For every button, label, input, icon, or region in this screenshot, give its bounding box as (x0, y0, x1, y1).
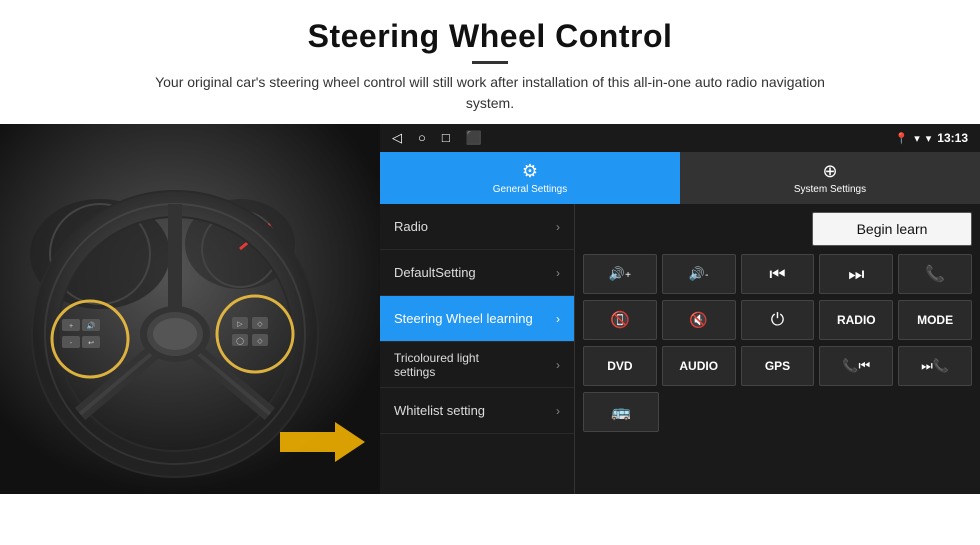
menu-list: Radio › DefaultSetting › Steering Wheel … (380, 204, 575, 494)
status-bar-left: ◁ ○ □ ⬛ (392, 130, 482, 146)
menu-label-steering: Steering Wheel learning (394, 311, 533, 326)
phone-next-button[interactable]: ⏭📞 (898, 346, 972, 386)
menu-item-whitelist[interactable]: Whitelist setting › (380, 388, 574, 434)
page-container: Steering Wheel Control Your original car… (0, 0, 980, 494)
wifi-icon: ▾ (914, 132, 920, 145)
phone-prev-icon: 📞⏮ (842, 358, 870, 374)
radio-button[interactable]: RADIO (819, 300, 893, 340)
phone-prev-button[interactable]: 📞⏮ (819, 346, 893, 386)
menu-label-radio: Radio (394, 219, 428, 234)
header-subtitle: Your original car's steering wheel contr… (140, 72, 840, 114)
dvd-label: DVD (607, 359, 632, 373)
vol-up-button[interactable]: 🔊+ (583, 254, 657, 294)
mode-label: MODE (917, 313, 953, 327)
chevron-right-icon: › (556, 404, 560, 418)
mute-button[interactable]: 🔇 (662, 300, 736, 340)
menu-label-tricoloured: Tricoloured lightsettings (394, 351, 479, 379)
prev-icon: ⏮ (769, 264, 785, 285)
vol-up-icon: 🔊+ (609, 266, 631, 282)
phone-icon: 📞 (925, 264, 945, 284)
back-icon[interactable]: ◁ (392, 130, 402, 146)
control-row-4: 🚌 (583, 392, 972, 432)
radio-label: RADIO (837, 313, 876, 327)
gps-label: GPS (765, 359, 790, 373)
svg-text:▷: ▷ (237, 321, 243, 328)
main-content: + 🔊 - ↩ ▷ ◇ ◯ ◇ (0, 124, 980, 494)
gps-button[interactable]: GPS (741, 346, 815, 386)
power-button[interactable]: ⏻ (741, 300, 815, 340)
tab-general-label: General Settings (493, 184, 568, 195)
begin-learn-button[interactable]: Begin learn (812, 212, 972, 246)
prev-button[interactable]: ⏮ (741, 254, 815, 294)
menu-item-defaultsetting[interactable]: DefaultSetting › (380, 250, 574, 296)
location-icon: 📍 (895, 132, 909, 145)
gear-icon: ⚙ (522, 161, 538, 182)
screenshot-icon[interactable]: ⬛ (466, 130, 482, 146)
mode-button[interactable]: MODE (898, 300, 972, 340)
header-divider (472, 61, 508, 64)
clock: 13:13 (937, 131, 968, 145)
menu-item-tricoloured[interactable]: Tricoloured lightsettings › (380, 342, 574, 388)
menu-item-radio[interactable]: Radio › (380, 204, 574, 250)
chevron-right-icon: › (556, 358, 560, 372)
status-bar-right: 📍 ▾ ▾ 13:13 (895, 131, 968, 145)
steering-wheel-panel: + 🔊 - ↩ ▷ ◇ ◯ ◇ (0, 124, 380, 494)
hangup-button[interactable]: 📵 (583, 300, 657, 340)
android-panel: ◁ ○ □ ⬛ 📍 ▾ ▾ 13:13 ⚙ General Settings (380, 124, 980, 494)
phone-next-icon: ⏭📞 (921, 358, 949, 374)
power-icon: ⏻ (771, 310, 784, 330)
svg-text:+: + (69, 323, 73, 330)
menu-label-whitelist: Whitelist setting (394, 403, 485, 418)
control-row-2: 📵 🔇 ⏻ RADIO MODE (583, 300, 972, 340)
settings-content: Radio › DefaultSetting › Steering Wheel … (380, 204, 980, 494)
tab-system-settings[interactable]: ⊕ System Settings (680, 152, 980, 204)
tab-general-settings[interactable]: ⚙ General Settings (380, 152, 680, 204)
phone-button[interactable]: 📞 (898, 254, 972, 294)
vol-down-icon: 🔊- (689, 266, 709, 282)
menu-item-steering-wheel[interactable]: Steering Wheel learning › (380, 296, 574, 342)
svg-text:◇: ◇ (257, 321, 263, 328)
list-button[interactable]: 🚌 (583, 392, 659, 432)
steering-wheel-svg: + 🔊 - ↩ ▷ ◇ ◯ ◇ (0, 124, 380, 494)
recents-icon[interactable]: □ (442, 130, 450, 146)
begin-learn-row: Begin learn (583, 212, 972, 246)
audio-button[interactable]: AUDIO (662, 346, 736, 386)
next-button[interactable]: ⏭ (819, 254, 893, 294)
mute-icon: 🔇 (689, 311, 708, 329)
tab-bar: ⚙ General Settings ⊕ System Settings (380, 152, 980, 204)
chevron-right-icon: › (556, 266, 560, 280)
control-row-3: DVD AUDIO GPS 📞⏮ ⏭📞 (583, 346, 972, 386)
signal-icon: ▾ (926, 132, 932, 145)
svg-text:🔊: 🔊 (87, 321, 96, 330)
next-icon: ⏭ (848, 264, 864, 285)
vol-down-button[interactable]: 🔊- (662, 254, 736, 294)
tab-system-label: System Settings (794, 184, 866, 195)
chevron-right-icon: › (556, 312, 560, 326)
svg-text:↩: ↩ (88, 340, 94, 347)
status-bar: ◁ ○ □ ⬛ 📍 ▾ ▾ 13:13 (380, 124, 980, 152)
svg-text:◯: ◯ (236, 337, 244, 345)
header: Steering Wheel Control Your original car… (0, 0, 980, 124)
audio-label: AUDIO (679, 359, 718, 373)
globe-icon: ⊕ (822, 161, 837, 182)
svg-text:◇: ◇ (257, 338, 263, 345)
hangup-icon: 📵 (610, 310, 630, 330)
list-icon: 🚌 (611, 402, 631, 422)
chevron-right-icon: › (556, 220, 560, 234)
menu-label-default: DefaultSetting (394, 265, 476, 280)
control-panel: Begin learn 🔊+ 🔊- ⏮ (575, 204, 980, 494)
home-icon[interactable]: ○ (418, 130, 426, 146)
page-title: Steering Wheel Control (60, 18, 920, 55)
dvd-button[interactable]: DVD (583, 346, 657, 386)
control-row-1: 🔊+ 🔊- ⏮ ⏭ 📞 (583, 254, 972, 294)
